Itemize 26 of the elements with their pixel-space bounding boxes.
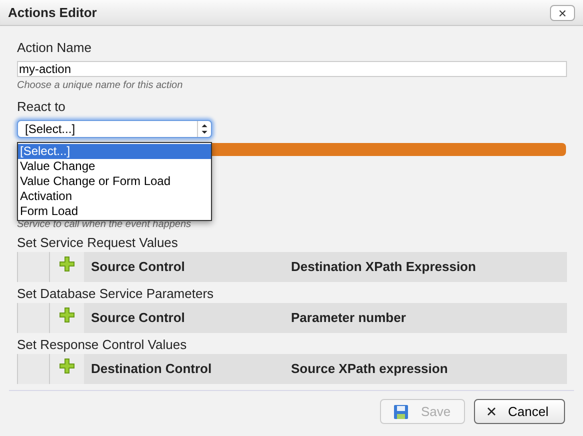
cancel-button[interactable]: Cancel bbox=[474, 399, 565, 424]
window-title: Actions Editor bbox=[8, 4, 97, 22]
section-title: Set Response Control Values bbox=[17, 337, 188, 352]
column-header: Destination XPath Expression bbox=[291, 258, 476, 276]
field-label: Action Name bbox=[17, 39, 92, 57]
plus-icon[interactable] bbox=[59, 307, 75, 323]
column-header: Source Control bbox=[91, 309, 186, 328]
plus-icon[interactable] bbox=[59, 358, 75, 374]
dropdown-option[interactable]: Activation bbox=[18, 189, 211, 204]
column-header: Parameter number bbox=[291, 309, 406, 328]
column-header: Destination Control bbox=[91, 360, 213, 378]
react-to-select[interactable]: [Select...] bbox=[17, 120, 212, 138]
section-title: Set Database Service Parameters bbox=[17, 286, 215, 301]
close-icon bbox=[487, 407, 496, 416]
field-hint: Choose a unique name for this action bbox=[17, 78, 184, 92]
action-name-field[interactable]: my-action bbox=[17, 60, 567, 76]
section-title: Set Service Request Values bbox=[17, 235, 179, 250]
dropdown-option[interactable]: Form Load bbox=[18, 204, 211, 219]
column-header: Source Control bbox=[91, 258, 186, 276]
plus-icon[interactable] bbox=[59, 256, 75, 272]
column-header: Source XPath expression bbox=[291, 360, 448, 378]
field-label: React to bbox=[17, 98, 66, 116]
dropdown-option[interactable]: Value Change or Form Load bbox=[18, 174, 211, 189]
dropdown-option[interactable]: Value Change bbox=[18, 159, 211, 174]
close-button[interactable]: × bbox=[550, 4, 575, 20]
dropdown-option[interactable]: [Select...] bbox=[18, 144, 211, 159]
